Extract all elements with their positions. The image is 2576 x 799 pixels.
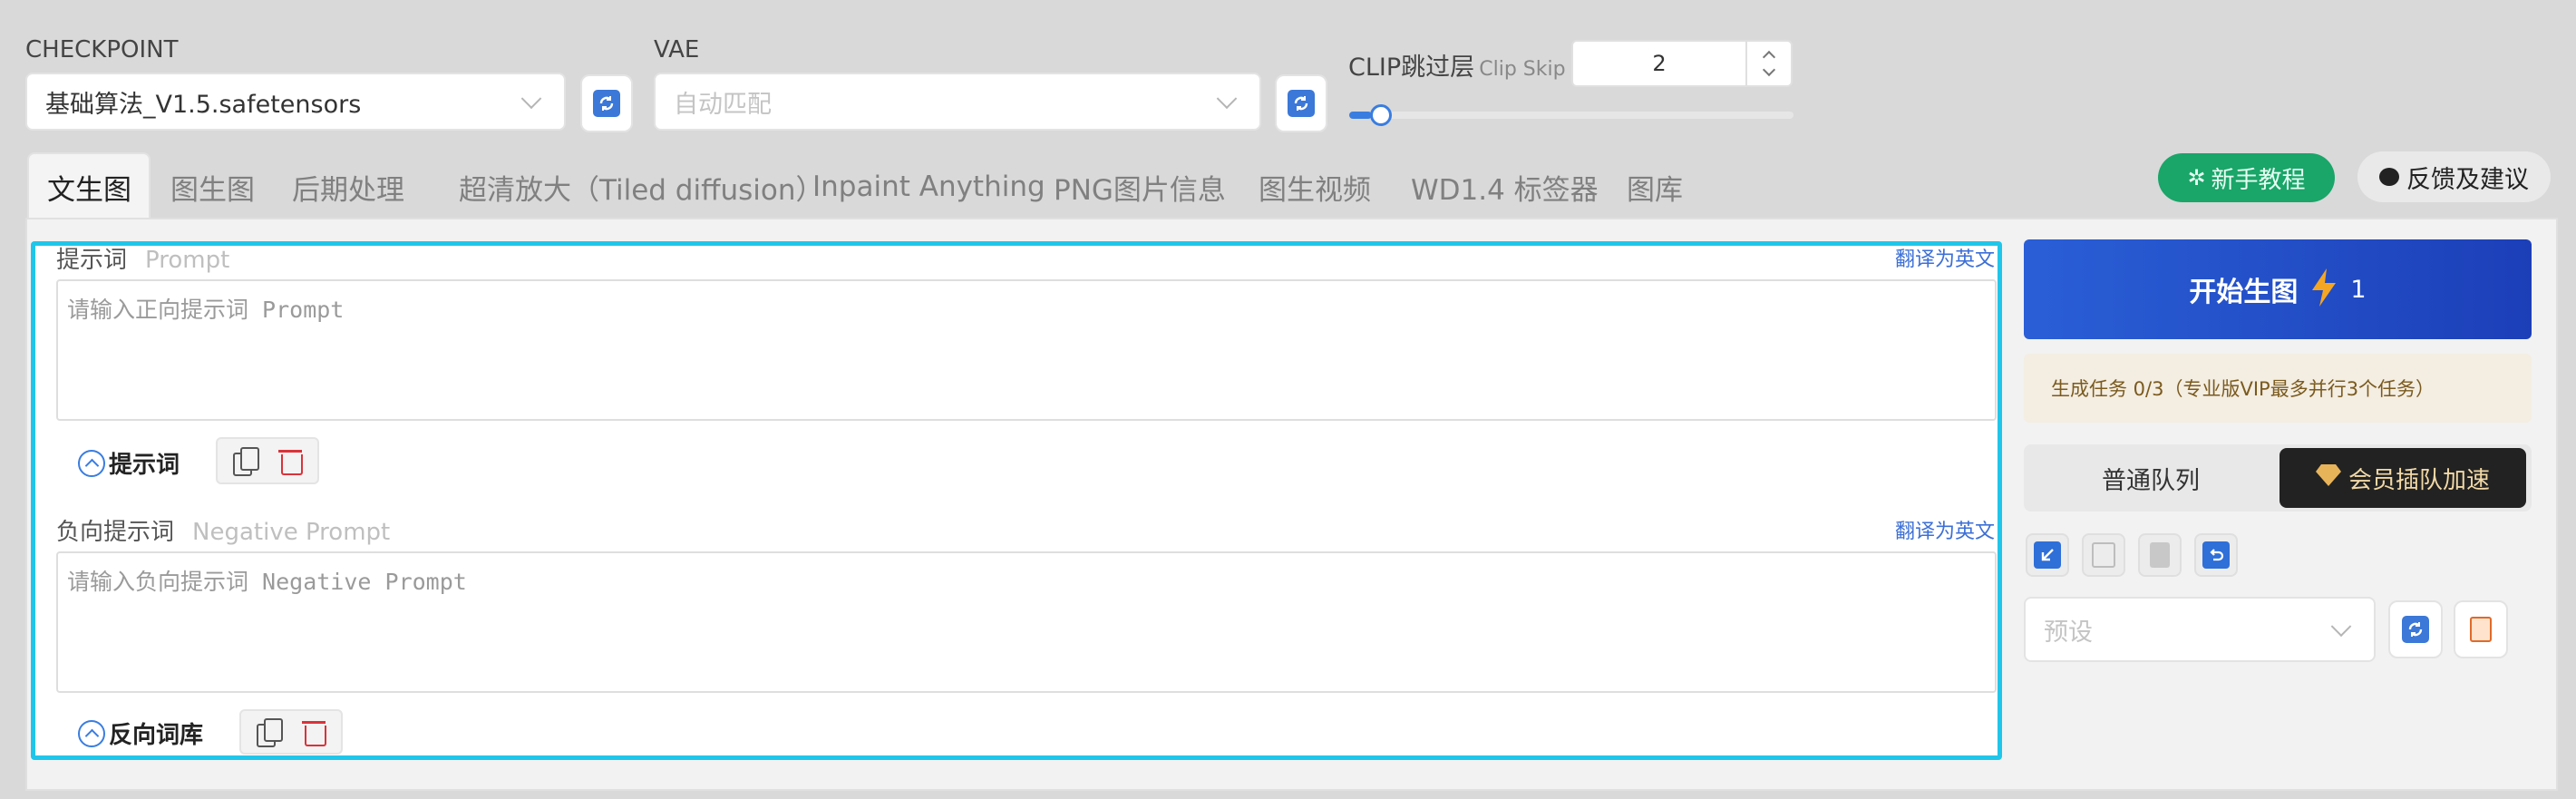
queue-vip-label: 会员插队加速 bbox=[2348, 466, 2490, 494]
tab-2[interactable]: 后期处理 bbox=[292, 167, 404, 207]
generate-count: 1 bbox=[2350, 275, 2367, 304]
return-arrow-icon bbox=[2202, 541, 2230, 569]
queue-vip-option[interactable]: 会员插队加速 bbox=[2280, 448, 2526, 508]
clip-skip-input[interactable]: 2 bbox=[1571, 40, 1793, 87]
tutorial-button[interactable]: ✲ 新手教程 bbox=[2158, 153, 2335, 202]
negative-tools bbox=[239, 709, 343, 755]
prompt-placeholder: 请输入正向提示词 Prompt bbox=[67, 297, 345, 323]
trash-icon[interactable] bbox=[302, 718, 326, 746]
clip-slider-fill bbox=[1349, 112, 1372, 119]
checkpoint-label: CHECKPOINT bbox=[25, 36, 179, 63]
arrow-down-left-icon bbox=[2034, 541, 2061, 569]
prompt-tools bbox=[216, 437, 319, 484]
chevron-down-icon bbox=[2330, 616, 2352, 638]
queue-normal-option[interactable]: 普通队列 bbox=[2024, 444, 2278, 512]
document-button[interactable] bbox=[2138, 533, 2182, 577]
preset-refresh-button[interactable] bbox=[2388, 600, 2443, 658]
negative-placeholder: 请输入负向提示词 Negative Prompt bbox=[67, 569, 467, 595]
clip-stepper[interactable] bbox=[1745, 42, 1791, 85]
diamond-icon bbox=[2315, 463, 2341, 492]
prompt-title: 提示词 Prompt bbox=[56, 241, 229, 275]
negative-textarea[interactable]: 请输入负向提示词 Negative Prompt bbox=[56, 551, 1997, 693]
task-info-banner: 生成任务 0/3（专业版VIP最多并行3个任务） bbox=[2024, 354, 2532, 423]
return-button[interactable] bbox=[2194, 533, 2238, 577]
vae-refresh-button[interactable] bbox=[1275, 74, 1327, 132]
chevron-down-icon[interactable] bbox=[1762, 63, 1776, 77]
task-info-text: 生成任务 0/3（专业版VIP最多并行3个任务） bbox=[2051, 378, 2435, 400]
tab-4[interactable]: Inpaint Anything bbox=[812, 167, 1045, 207]
tab-0[interactable]: 文生图 bbox=[47, 167, 131, 207]
negative-collapse-toggle[interactable]: 反向词库 bbox=[78, 716, 203, 750]
checkpoint-value: 基础算法_V1.5.safetensors bbox=[45, 90, 362, 119]
lightning-icon bbox=[2310, 268, 2338, 310]
negative-title: 负向提示词 Negative Prompt bbox=[56, 513, 390, 547]
generate-label: 开始生图 bbox=[2189, 277, 2299, 308]
clip-label-group: CLIP跳过层 Clip Skip bbox=[1348, 47, 1566, 83]
tab-1[interactable]: 图生图 bbox=[170, 167, 255, 207]
tab-5[interactable]: PNG图片信息 bbox=[1054, 167, 1226, 207]
tab-6[interactable]: 图生视频 bbox=[1259, 167, 1371, 207]
prompt-title-en: Prompt bbox=[145, 247, 230, 274]
generate-button[interactable]: 开始生图 1 bbox=[2024, 239, 2532, 339]
refresh-icon bbox=[593, 90, 620, 117]
send-to-button[interactable] bbox=[2026, 533, 2069, 577]
checkpoint-select[interactable]: 基础算法_V1.5.safetensors bbox=[25, 73, 566, 131]
preset-placeholder: 预设 bbox=[2044, 618, 2093, 647]
preset-edit-button[interactable] bbox=[2454, 600, 2508, 658]
checkpoint-refresh-button[interactable] bbox=[580, 74, 633, 132]
negative-title-en: Negative Prompt bbox=[192, 519, 391, 546]
preset-select[interactable]: 预设 bbox=[2024, 597, 2376, 662]
copy-icon[interactable] bbox=[257, 718, 283, 747]
feedback-button[interactable]: 反馈及建议 bbox=[2357, 151, 2551, 202]
negative-translate-link[interactable]: 翻译为英文 bbox=[1895, 515, 1995, 544]
document-icon bbox=[2150, 542, 2170, 568]
refresh-icon bbox=[2402, 616, 2429, 643]
clip-sublabel: Clip Skip bbox=[1479, 58, 1566, 81]
chat-bubble-icon bbox=[2379, 168, 2399, 186]
tab-7[interactable]: WD1.4 标签器 bbox=[1411, 167, 1599, 207]
edit-doc-icon bbox=[2470, 617, 2492, 642]
negative-toggle-label: 反向词库 bbox=[109, 722, 204, 749]
trash-icon[interactable] bbox=[278, 447, 303, 475]
chevron-up-circle-icon bbox=[78, 449, 105, 477]
prompt-translate-link[interactable]: 翻译为英文 bbox=[1895, 243, 1995, 272]
negative-title-cn: 负向提示词 bbox=[56, 519, 175, 546]
clear-button[interactable] bbox=[2082, 533, 2125, 577]
copy-icon[interactable] bbox=[233, 447, 259, 476]
sparkle-icon: ✲ bbox=[2187, 165, 2206, 190]
clip-skip-value: 2 bbox=[1652, 51, 1667, 76]
prompt-toggle-label: 提示词 bbox=[109, 452, 180, 479]
chevron-down-icon bbox=[520, 88, 542, 110]
prompt-title-cn: 提示词 bbox=[56, 247, 128, 274]
tab-3[interactable]: 超清放大（Tiled diffusion） bbox=[459, 167, 824, 207]
trash-can-icon bbox=[2092, 542, 2115, 568]
clip-slider-thumb[interactable] bbox=[1370, 104, 1392, 126]
queue-selector: 普通队列 会员插队加速 bbox=[2024, 444, 2532, 512]
vae-label: VAE bbox=[654, 36, 700, 63]
tab-8[interactable]: 图库 bbox=[1627, 167, 1683, 207]
chevron-up-circle-icon bbox=[78, 719, 105, 747]
tutorial-label: 新手教程 bbox=[2211, 166, 2306, 194]
prompt-textarea[interactable]: 请输入正向提示词 Prompt bbox=[56, 279, 1997, 421]
prompt-collapse-toggle[interactable]: 提示词 bbox=[78, 446, 180, 480]
chevron-up-icon[interactable] bbox=[1762, 50, 1776, 64]
feedback-label: 反馈及建议 bbox=[2406, 165, 2529, 194]
clip-slider-track[interactable] bbox=[1349, 104, 1793, 126]
chevron-down-icon bbox=[1216, 88, 1238, 110]
vae-value: 自动匹配 bbox=[674, 90, 772, 119]
refresh-icon bbox=[1288, 90, 1315, 117]
vae-select[interactable]: 自动匹配 bbox=[654, 73, 1261, 131]
clip-label: CLIP跳过层 bbox=[1348, 54, 1475, 82]
